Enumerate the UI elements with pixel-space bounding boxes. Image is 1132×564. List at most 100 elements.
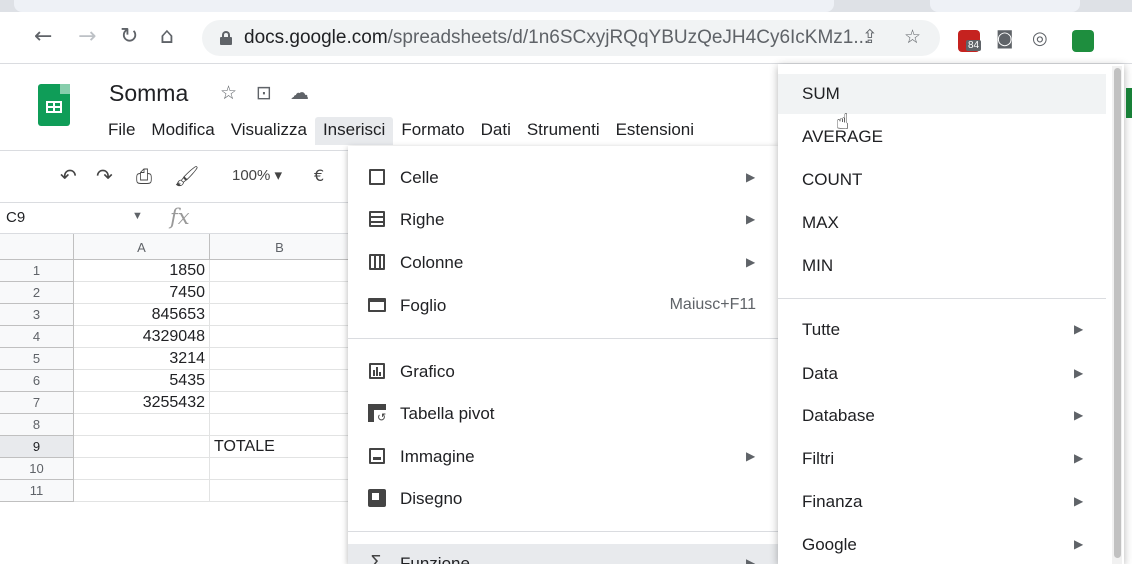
function-item-max[interactable]: MAX [778,203,1106,243]
row-header[interactable]: 1 [0,260,74,282]
name-box[interactable]: C9 [6,209,25,226]
menu-item-righe[interactable]: Righe ▶ [348,200,780,240]
menu-item-funzione[interactable]: Σ Funzione ▶ [348,544,780,564]
cell-a2[interactable]: 7450 [74,282,210,304]
cell-icon [368,168,386,186]
cell-b4[interactable] [210,326,350,348]
row-header[interactable]: 4 [0,326,74,348]
cell-b1[interactable] [210,260,350,282]
cell-a5[interactable]: 3214 [74,348,210,370]
cell-a8[interactable] [74,414,210,436]
function-item-average[interactable]: AVERAGE [778,117,1106,157]
cell-b10[interactable] [210,458,350,480]
function-category-tutte[interactable]: Tutte ▶ [778,310,1106,350]
column-header-b[interactable]: B [210,234,350,260]
browser-toolbar: ← → ↻ ⌂ docs.google.com/spreadsheets/d/1… [0,12,1132,64]
menu-visualizza[interactable]: Visualizza [223,117,315,145]
back-icon[interactable]: ← [34,24,52,50]
star-icon[interactable]: ☆ [220,82,237,104]
function-category-finanza[interactable]: Finanza ▶ [778,482,1106,522]
eye-icon[interactable]: ◎ [1032,26,1048,52]
print-icon[interactable]: ⎙ [136,164,152,188]
browser-tab[interactable] [14,0,834,12]
menu-item-immagine[interactable]: Immagine ▶ [348,437,780,477]
menu-item-foglio[interactable]: Foglio Maiusc+F11 [348,286,780,326]
home-icon[interactable]: ⌂ [160,24,174,50]
name-box-dropdown-icon[interactable]: ▼ [132,210,143,222]
row-header[interactable]: 7 [0,392,74,414]
document-title[interactable]: Somma [109,80,188,107]
row-header[interactable]: 2 [0,282,74,304]
cell-b11[interactable] [210,480,350,502]
cell-a7[interactable]: 3255432 [74,392,210,414]
menu-dati[interactable]: Dati [473,117,519,145]
function-category-data[interactable]: Data ▶ [778,354,1106,394]
share-icon[interactable]: ⇪ [862,26,878,48]
row-header[interactable]: 9 [0,436,74,458]
bookmark-star-icon[interactable]: ☆ [904,26,921,48]
row-header[interactable]: 6 [0,370,74,392]
columns-icon [368,253,386,271]
cell-b9[interactable]: TOTALE [210,436,350,458]
cell-b3[interactable] [210,304,350,326]
extension-badge: 84 [966,40,982,51]
cell-a6[interactable]: 5435 [74,370,210,392]
hand-cursor-icon: ☝ [836,110,850,135]
function-item-min[interactable]: MIN [778,246,1106,286]
submenu-scroll-thumb[interactable] [1114,68,1121,558]
cell-b7[interactable] [210,392,350,414]
function-item-count[interactable]: COUNT [778,160,1106,200]
cell-b8[interactable] [210,414,350,436]
camera-icon[interactable]: ◙ [996,26,1013,52]
move-folder-icon[interactable]: ⊡ [256,82,272,104]
menu-estensioni[interactable]: Estensioni [608,117,702,145]
browser-tab[interactable] [930,0,1080,12]
currency-format-button[interactable]: € [314,166,324,185]
column-header-a[interactable]: A [74,234,210,260]
menu-formato[interactable]: Formato [393,117,472,145]
menu-modifica[interactable]: Modifica [143,117,222,145]
cell-a9[interactable] [74,436,210,458]
function-category-google[interactable]: Google ▶ [778,525,1106,564]
sheets-logo[interactable] [38,84,70,126]
reload-icon[interactable]: ↻ [120,24,138,50]
row-header[interactable]: 11 [0,480,74,502]
menu-item-disegno[interactable]: Disegno [348,479,780,519]
extension-green-icon[interactable] [1072,30,1094,52]
menu-item-colonne[interactable]: Colonne ▶ [348,243,780,283]
function-category-database[interactable]: Database ▶ [778,396,1106,436]
cell-a1[interactable]: 1850 [74,260,210,282]
row-header[interactable]: 10 [0,458,74,480]
menu-item-grafico[interactable]: Grafico [348,352,780,392]
row-header[interactable]: 5 [0,348,74,370]
share-button-edge[interactable] [1126,88,1132,118]
menu-item-celle[interactable]: Celle ▶ [348,158,780,198]
select-all-corner[interactable] [0,234,74,260]
redo-icon[interactable]: ↷ [96,164,113,188]
forward-icon[interactable]: → [78,24,96,50]
cell-a4[interactable]: 4329048 [74,326,210,348]
cell-b5[interactable] [210,348,350,370]
menu-file[interactable]: File [100,117,143,145]
cell-b6[interactable] [210,370,350,392]
menu-inserisci[interactable]: Inserisci [314,117,394,145]
menu-item-tabella-pivot[interactable]: ↺ Tabella pivot [348,394,780,434]
row-header[interactable]: 3 [0,304,74,326]
menu-item-label: Tabella pivot [400,404,495,423]
cloud-status-icon[interactable]: ☁ [290,82,309,104]
extension-icon[interactable]: 84 [958,30,982,52]
paint-format-icon[interactable]: 🖌 [174,164,199,188]
cell-a11[interactable] [74,480,210,502]
function-category-filtri[interactable]: Filtri ▶ [778,439,1106,479]
zoom-select[interactable]: 100% ▾ [232,166,282,184]
menu-strumenti[interactable]: Strumenti [519,117,608,145]
cell-a10[interactable] [74,458,210,480]
undo-icon[interactable]: ↶ [60,164,77,188]
cell-b2[interactable] [210,282,350,304]
table-row: 3 845653 [0,304,350,326]
row-header[interactable]: 8 [0,414,74,436]
submenu-arrow-icon: ▶ [746,449,756,463]
address-bar[interactable]: docs.google.com/spreadsheets/d/1n6SCxyjR… [202,20,940,56]
cell-a3[interactable]: 845653 [74,304,210,326]
function-item-sum[interactable]: SUM [778,74,1106,114]
